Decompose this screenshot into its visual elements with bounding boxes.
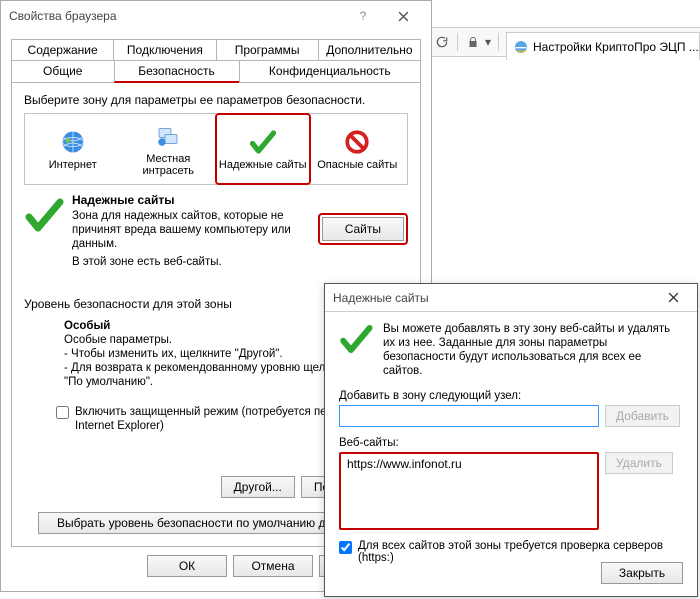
globe-icon: [58, 127, 88, 157]
lock-icon: [465, 34, 481, 50]
zone-label: Надежные сайты: [219, 159, 307, 171]
tab-programs[interactable]: Программы: [216, 39, 319, 60]
browser-tab[interactable]: Настройки КриптоПро ЭЦП ...: [506, 32, 700, 60]
zone-title: Надежные сайты: [72, 193, 302, 207]
close-button[interactable]: Закрыть: [601, 562, 683, 584]
zone-description-2: В этой зоне есть веб-сайты.: [72, 255, 302, 269]
prohibited-icon: [342, 127, 372, 157]
zone-instruction: Выберите зону для параметры ее параметро…: [24, 93, 408, 107]
sites-list-label: Веб-сайты:: [339, 437, 683, 449]
custom-level-button[interactable]: Другой...: [221, 476, 295, 498]
https-required-checkbox[interactable]: [339, 541, 352, 554]
browser-tab-title: Настройки КриптоПро ЭЦП ...: [533, 40, 699, 54]
trusted-sites-dialog: Надежные сайты Вы можете добавлять в эту…: [324, 283, 698, 597]
ie-icon: [513, 39, 529, 55]
list-item[interactable]: https://www.infonot.ru: [347, 457, 591, 471]
security-level-sub2: - Чтобы изменить их, щелкните "Другой".: [64, 348, 283, 360]
check-icon: [24, 195, 64, 235]
security-level-sub3: - Для возврата к рекомендованному уровню…: [64, 362, 355, 388]
tab-privacy[interactable]: Конфиденциальность: [239, 60, 421, 83]
ok-button[interactable]: ОК: [147, 555, 227, 577]
zone-internet[interactable]: Интернет: [25, 114, 121, 184]
close-icon[interactable]: [383, 4, 423, 28]
dropdown-icon[interactable]: ▾: [485, 35, 491, 49]
security-level-title: Особый: [64, 320, 110, 332]
zone-label: Опасные сайты: [317, 159, 397, 171]
add-site-input[interactable]: [339, 405, 599, 427]
sites-button[interactable]: Сайты: [322, 217, 404, 241]
zone-restricted[interactable]: Опасные сайты: [310, 114, 406, 184]
protected-mode-checkbox[interactable]: [56, 406, 69, 419]
tab-general[interactable]: Общие: [11, 60, 115, 83]
sites-listbox[interactable]: https://www.infonot.ru: [339, 452, 599, 530]
tab-advanced[interactable]: Дополнительно: [318, 39, 421, 60]
tab-content[interactable]: Содержание: [11, 39, 114, 60]
refresh-icon[interactable]: [434, 34, 450, 50]
zone-trusted[interactable]: Надежные сайты: [215, 113, 311, 185]
https-required-label: Для всех сайтов этой зоны требуется пров…: [358, 540, 683, 564]
zone-list: Интернет Местная интрасеть Надежные сайт…: [24, 113, 408, 185]
add-site-label: Добавить в зону следующий узел:: [339, 390, 683, 402]
add-site-button[interactable]: Добавить: [605, 405, 680, 427]
zone-label: Интернет: [49, 159, 97, 171]
intranet-icon: [153, 121, 183, 151]
remove-site-button[interactable]: Удалить: [605, 452, 673, 474]
tab-connections[interactable]: Подключения: [113, 39, 216, 60]
dialog-title: Свойства браузера: [9, 9, 343, 23]
zone-description: Зона для надежных сайтов, которые не при…: [72, 209, 302, 251]
zone-intranet[interactable]: Местная интрасеть: [121, 114, 217, 184]
help-icon[interactable]: ?: [343, 4, 383, 28]
cancel-button[interactable]: Отмена: [233, 555, 313, 577]
security-level-sub1: Особые параметры.: [64, 334, 172, 346]
trusted-intro-text: Вы можете добавлять в эту зону веб-сайты…: [383, 322, 683, 378]
check-icon: [339, 322, 373, 356]
close-icon[interactable]: [657, 286, 689, 310]
check-icon: [248, 127, 278, 157]
tab-security[interactable]: Безопасность: [114, 60, 240, 83]
zone-label: Местная интрасеть: [121, 153, 217, 177]
trusted-dialog-title: Надежные сайты: [333, 291, 657, 305]
